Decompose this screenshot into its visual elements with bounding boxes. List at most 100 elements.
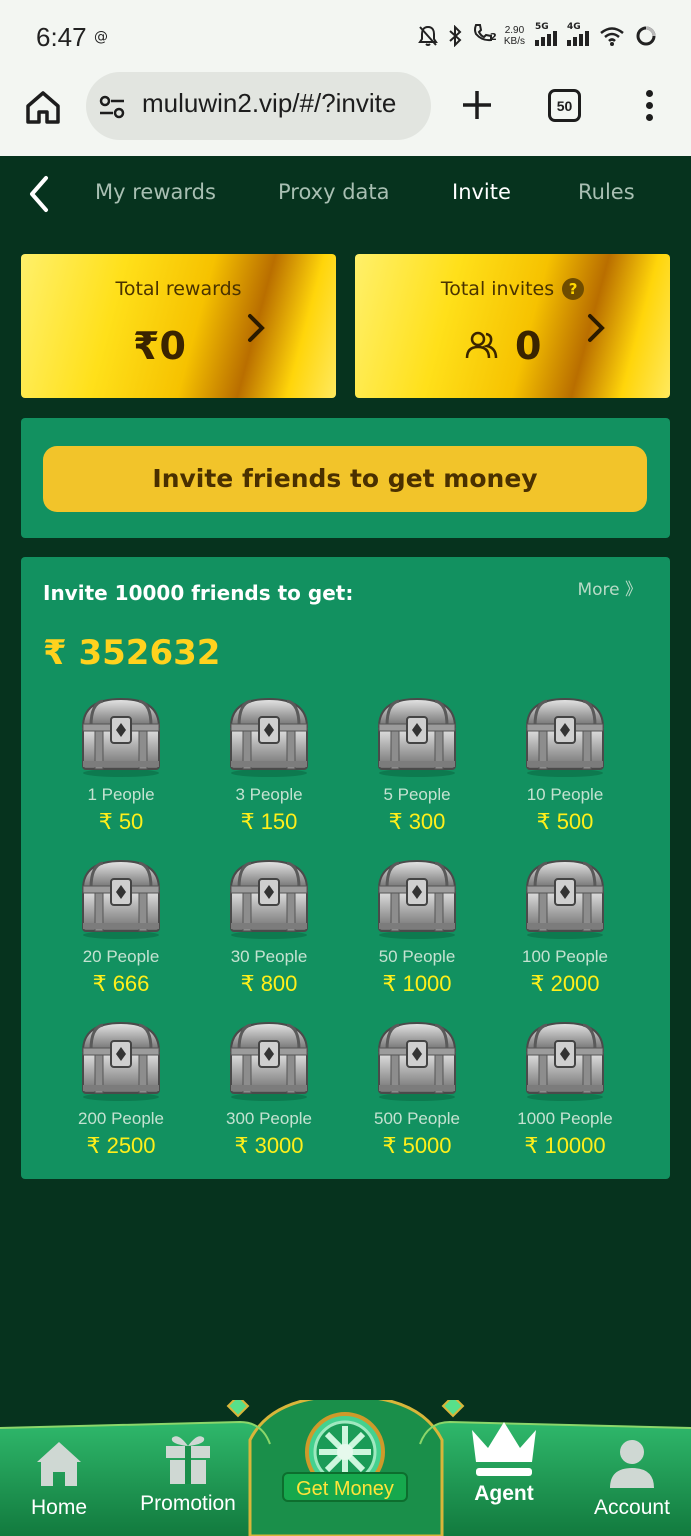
url-text[interactable]: muluwin2.vip/#/?invite xyxy=(142,88,396,119)
back-arrow-icon[interactable] xyxy=(26,174,52,214)
rewards-total: ₹ 352632 xyxy=(43,633,221,673)
more-menu-icon[interactable] xyxy=(640,90,658,124)
rewards-panel: Invite 10000 friends to get: More 》 ₹ 35… xyxy=(21,557,670,1179)
tab-rules[interactable]: Rules xyxy=(578,180,635,204)
nav-home-label: Home xyxy=(30,1496,88,1519)
chevron-right-icon xyxy=(588,314,605,342)
nav-account-label: Account xyxy=(594,1496,670,1519)
status-bar: 6:47 @ 2 2.90 KB/s 5G 4G xyxy=(0,0,691,72)
home-icon[interactable] xyxy=(22,86,64,128)
tier-label: 300 People xyxy=(225,1109,313,1128)
treasure-chest-icon xyxy=(373,693,461,777)
more-link[interactable]: More 》 xyxy=(577,575,642,600)
treasure-chest-icon xyxy=(373,855,461,939)
bluetooth-icon xyxy=(449,24,462,47)
reward-tier[interactable]: 300 People ₹ 3000 xyxy=(195,1017,343,1177)
tier-label: 10 People xyxy=(526,785,604,804)
tier-amount: ₹ 10000 xyxy=(524,1133,606,1158)
signal-icon: 5G xyxy=(535,22,557,46)
site-settings-icon[interactable] xyxy=(98,94,126,120)
reward-tier[interactable]: 500 People ₹ 5000 xyxy=(343,1017,491,1177)
tier-amount: ₹ 2000 xyxy=(530,971,600,996)
tier-amount: ₹ 1000 xyxy=(382,971,452,996)
nav-promotion-label: Promotion xyxy=(140,1492,236,1515)
tier-label: 5 People xyxy=(383,785,451,804)
total-invites-title: Total invites? xyxy=(355,278,670,300)
nav-get-money[interactable]: Get Money xyxy=(282,1408,408,1502)
tier-amount: ₹ 5000 xyxy=(382,1133,452,1158)
nav-promotion[interactable]: Promotion xyxy=(130,1430,246,1516)
tab-my-rewards[interactable]: My rewards xyxy=(95,180,216,204)
reward-tier[interactable]: 5 People ₹ 300 xyxy=(343,693,491,853)
tier-label: 100 People xyxy=(521,947,609,966)
bell-off-icon xyxy=(418,25,438,46)
tab-proxy-data[interactable]: Proxy data xyxy=(278,180,390,204)
reward-tier[interactable]: 3 People ₹ 150 xyxy=(195,693,343,853)
tab-invite[interactable]: Invite xyxy=(452,180,511,204)
tier-label: 1 People xyxy=(87,785,155,804)
tier-amount: ₹ 500 xyxy=(536,809,594,834)
chevron-right-icon xyxy=(248,314,265,342)
tier-label: 1000 People xyxy=(517,1109,613,1128)
threads-icon: @ xyxy=(94,29,108,45)
treasure-chest-icon xyxy=(225,693,313,777)
total-invites-label: Total invites xyxy=(440,278,555,300)
tab-switcher-button[interactable]: 50 xyxy=(548,89,581,122)
wifi-call-icon: 2 xyxy=(472,22,497,49)
reward-tier[interactable]: 50 People ₹ 1000 xyxy=(343,855,491,1015)
total-rewards-label: Total rewards xyxy=(115,278,242,300)
treasure-chest-icon xyxy=(77,693,165,777)
tier-amount: ₹ 2500 xyxy=(86,1133,156,1158)
status-time: 6:47 xyxy=(36,22,87,52)
sim2-label: 4G xyxy=(567,21,581,32)
net-speed-value: 2.90 xyxy=(504,24,525,36)
tier-amount: ₹ 50 xyxy=(98,809,144,834)
nav-agent[interactable]: Agent xyxy=(458,1420,550,1506)
tier-amount: ₹ 666 xyxy=(92,971,150,996)
reward-tier[interactable]: 100 People ₹ 2000 xyxy=(491,855,639,1015)
help-icon[interactable]: ? xyxy=(562,278,585,300)
crown-icon xyxy=(472,1422,536,1476)
tier-label: 500 People xyxy=(373,1109,461,1128)
new-tab-icon[interactable] xyxy=(458,86,496,124)
treasure-chest-icon xyxy=(225,855,313,939)
treasure-chest-icon xyxy=(521,855,609,939)
invite-panel: Invite friends to get money xyxy=(21,418,670,538)
net-speed: 2.90 KB/s xyxy=(504,25,525,47)
total-rewards-card[interactable]: Total rewards ₹0 xyxy=(21,254,336,398)
net-speed-unit: KB/s xyxy=(503,35,525,47)
tier-label: 30 People xyxy=(230,947,308,966)
tier-amount: ₹ 150 xyxy=(240,809,298,834)
reward-tier[interactable]: 10 People ₹ 500 xyxy=(491,693,639,853)
reward-tier[interactable]: 20 People ₹ 666 xyxy=(47,855,195,1015)
total-rewards-value: ₹0 xyxy=(133,324,186,368)
tier-amount: ₹ 3000 xyxy=(234,1133,304,1158)
bottom-nav: Home Promotion Get Money Agent Account xyxy=(0,1400,691,1536)
nav-get-money-label: Get Money xyxy=(282,1472,408,1502)
reward-tier[interactable]: 1000 People ₹ 10000 xyxy=(491,1017,639,1177)
tier-amount: ₹ 300 xyxy=(388,809,446,834)
house-icon xyxy=(37,1442,81,1486)
call-sim-number: 2 xyxy=(489,32,497,43)
reward-tier[interactable]: 200 People ₹ 2500 xyxy=(47,1017,195,1177)
rewards-title: Invite 10000 friends to get: xyxy=(43,581,354,605)
tier-label: 3 People xyxy=(235,785,303,804)
tier-label: 50 People xyxy=(378,947,456,966)
total-invites-card[interactable]: Total invites? 0 xyxy=(355,254,670,398)
signal-icon: 4G xyxy=(567,22,589,46)
treasure-chest-icon xyxy=(77,1017,165,1101)
wifi-icon xyxy=(600,26,624,46)
nav-account[interactable]: Account xyxy=(586,1436,678,1520)
treasure-chest-icon xyxy=(521,1017,609,1101)
address-bar[interactable]: muluwin2.vip/#/?invite xyxy=(86,72,431,140)
person-icon xyxy=(610,1440,654,1488)
treasure-chest-icon xyxy=(77,855,165,939)
people-icon xyxy=(465,331,498,359)
gift-icon xyxy=(166,1436,210,1484)
nav-home[interactable]: Home xyxy=(22,1436,96,1520)
treasure-chest-icon xyxy=(521,693,609,777)
reward-tier[interactable]: 1 People ₹ 50 xyxy=(47,693,195,853)
status-icons: 2 2.90 KB/s 5G 4G xyxy=(418,22,657,49)
reward-tier[interactable]: 30 People ₹ 800 xyxy=(195,855,343,1015)
invite-friends-button[interactable]: Invite friends to get money xyxy=(43,446,647,512)
